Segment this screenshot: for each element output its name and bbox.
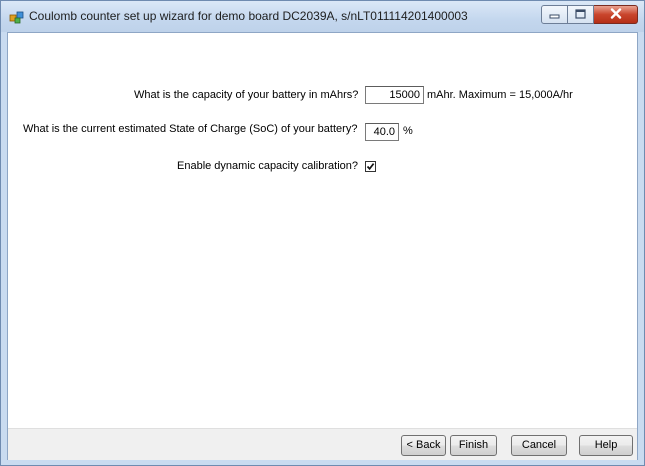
minimize-icon bbox=[549, 6, 560, 24]
wizard-window: Coulomb counter set up wizard for demo b… bbox=[0, 0, 645, 466]
capacity-units: mAhr. Maximum = 15,000A/hr bbox=[427, 89, 573, 101]
finish-button[interactable]: Finish bbox=[450, 435, 497, 456]
minimize-button[interactable] bbox=[541, 5, 568, 24]
soc-input[interactable]: 40.0 bbox=[365, 123, 399, 141]
calibration-checkbox[interactable] bbox=[365, 161, 376, 172]
maximize-icon bbox=[575, 6, 586, 24]
soc-units: % bbox=[403, 125, 413, 137]
wizard-app-icon bbox=[9, 9, 25, 25]
button-bar: < Back Finish Cancel Help bbox=[8, 428, 637, 460]
maximize-button[interactable] bbox=[568, 5, 594, 24]
caption-buttons bbox=[541, 5, 638, 25]
back-button[interactable]: < Back bbox=[401, 435, 446, 456]
capacity-input[interactable]: 15000 bbox=[365, 86, 424, 104]
soc-label: What is the current estimated State of C… bbox=[23, 123, 358, 135]
title-bar[interactable]: Coulomb counter set up wizard for demo b… bbox=[1, 1, 644, 32]
close-icon bbox=[610, 6, 622, 24]
calibration-label: Enable dynamic capacity calibration? bbox=[177, 160, 358, 172]
close-button[interactable] bbox=[594, 5, 638, 24]
wizard-content: What is the capacity of your battery in … bbox=[7, 32, 638, 460]
help-button[interactable]: Help bbox=[579, 435, 633, 456]
capacity-label: What is the capacity of your battery in … bbox=[134, 89, 359, 101]
cancel-button[interactable]: Cancel bbox=[511, 435, 567, 456]
window-title: Coulomb counter set up wizard for demo b… bbox=[29, 9, 468, 23]
